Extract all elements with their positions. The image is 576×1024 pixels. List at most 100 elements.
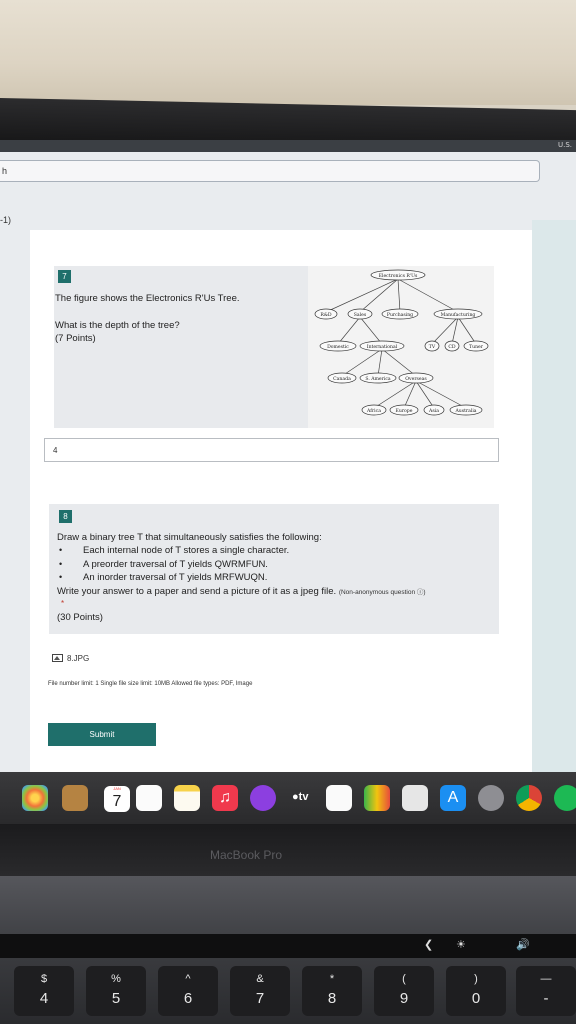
tree-node-root: Electronics R'Us	[379, 273, 418, 279]
question-7-points: (7 Points)	[55, 333, 96, 344]
input-language-indicator[interactable]: U.S.	[558, 141, 572, 149]
key-digit: -	[543, 990, 549, 1007]
podcasts-icon[interactable]	[250, 785, 276, 811]
key-0[interactable]: ) 0	[446, 966, 506, 1016]
photos-icon[interactable]	[22, 785, 48, 811]
key-digit: 5	[111, 990, 121, 1007]
image-file-icon	[52, 654, 63, 662]
system-preferences-icon[interactable]	[478, 785, 504, 811]
tree-node-level4: Africa	[366, 408, 381, 414]
key-digit: 0	[471, 990, 481, 1007]
tree-node-level3: S. America	[365, 376, 391, 382]
tree-node-level2: Domestic	[327, 344, 349, 350]
required-asterisk: *	[61, 599, 65, 608]
requirement-text: A preorder traversal of T yields QWRMFUN…	[83, 558, 268, 570]
question-7-question: What is the depth of the tree?	[55, 320, 180, 331]
calendar-day: 7	[104, 792, 130, 812]
touchbar-collapse-icon[interactable]: ❮	[424, 938, 433, 951]
tree-node-level4: Asia	[428, 408, 439, 414]
question-8-requirements: • Each internal node of T stores a single…	[57, 545, 497, 586]
address-bar-text: h	[2, 166, 8, 176]
wall-background	[0, 0, 576, 105]
key-digit: 4	[39, 990, 49, 1007]
tree-node-level4: Australia	[454, 408, 476, 414]
uploaded-file[interactable]: 8.JPG	[52, 654, 89, 663]
question-7-prompt: The figure shows the Electronics R'Us Tr…	[55, 293, 240, 304]
key-5[interactable]: % 5	[86, 966, 146, 1016]
tree-diagram-svg: Electronics R'Us R&D Sales Purchasing Ma…	[314, 269, 489, 416]
chrome-icon[interactable]	[516, 785, 542, 811]
upload-limits: File number limit: 1 Single file size li…	[48, 681, 253, 687]
music-icon[interactable]: ♫	[212, 785, 238, 811]
tree-node-level2: TV	[429, 344, 436, 350]
key-digit: 9	[399, 990, 409, 1007]
key-8[interactable]: * 8	[302, 966, 362, 1016]
tree-node-level3: Overseas	[405, 376, 427, 382]
key-symbol: %	[111, 973, 121, 985]
page-background-edge	[532, 220, 576, 780]
requirement-text: Each internal node of T stores a single …	[83, 545, 290, 556]
key-symbol: —	[540, 973, 552, 985]
tree-node-level1: R&D	[320, 312, 332, 318]
key-digit: 7	[255, 990, 265, 1007]
numbers-icon[interactable]	[364, 785, 390, 811]
touch-bar	[0, 934, 576, 958]
question-8-panel: 8 Draw a binary tree T that simultaneous…	[49, 504, 499, 634]
key-digit: 8	[327, 990, 337, 1007]
tree-node-level3: Canada	[333, 376, 351, 382]
key-6[interactable]: ^ 6	[158, 966, 218, 1016]
tree-node-level4: Europe	[396, 408, 413, 414]
requirement-text: An inorder traversal of T yields MRFWUQN…	[83, 572, 268, 583]
question-8-number: 8	[59, 510, 72, 523]
form-card: Electronics R'Us R&D Sales Purchasing Ma…	[30, 230, 532, 780]
apple-tv-label: tv	[298, 791, 309, 803]
key-digit: 6	[183, 990, 193, 1007]
question-7-number: 7	[58, 270, 71, 283]
key-symbol: *	[329, 973, 335, 985]
address-bar[interactable]: h	[0, 160, 540, 182]
key-7[interactable]: & 7	[230, 966, 290, 1016]
contacts-icon[interactable]	[62, 785, 88, 811]
laptop-bottom-bezel	[0, 824, 576, 876]
list-item: • A preorder traversal of T yields QWRMFU…	[59, 558, 268, 570]
volume-icon[interactable]: 🔊	[516, 938, 530, 951]
question-8-instruction: Write your answer to a paper and send a …	[57, 586, 337, 597]
question-8-points: (30 Points)	[57, 612, 103, 623]
uploaded-file-name: 8.JPG	[67, 654, 90, 663]
notes-icon[interactable]	[174, 785, 200, 811]
key-4[interactable]: $ 4	[14, 966, 74, 1016]
key-9[interactable]: ( 9	[374, 966, 434, 1016]
spotify-icon[interactable]	[554, 785, 576, 811]
app-store-icon[interactable]: A	[440, 785, 466, 811]
question-7-answer-value: 4	[53, 446, 58, 455]
tree-node-level1: Purchasing	[387, 312, 413, 318]
key-symbol: $	[40, 973, 48, 985]
key-minus[interactable]: — -	[516, 966, 576, 1016]
non-anonymous-note: (Non-anonymous question	[338, 589, 416, 596]
macbook-brand-label: MacBook Pro	[210, 848, 283, 862]
tree-node-level2: CD	[448, 344, 456, 350]
question-7-panel	[54, 266, 310, 428]
brightness-icon[interactable]: ☀	[456, 938, 466, 951]
apple-tv-icon[interactable]: ●tv	[292, 791, 308, 803]
key-symbol: ^	[185, 973, 191, 985]
previous-answer-label: -1)	[0, 215, 11, 225]
icloud-drive-icon[interactable]	[326, 785, 352, 811]
electronics-tree-figure: Electronics R'Us R&D Sales Purchasing Ma…	[308, 266, 494, 428]
question-7-answer-input[interactable]: 4	[44, 438, 499, 462]
key-symbol: (	[402, 973, 406, 985]
submit-button[interactable]: Submit	[48, 723, 156, 746]
tree-node-level1: Manufacturing	[441, 312, 476, 318]
reminders-icon[interactable]	[136, 785, 162, 811]
menu-bar: U.S.	[0, 140, 576, 152]
question-8-instruction-line: Write your answer to a paper and send a …	[57, 586, 426, 597]
preview-icon[interactable]	[402, 785, 428, 811]
tree-node-level1: Sales	[354, 312, 367, 318]
list-item: • Each internal node of T stores a single…	[59, 545, 290, 556]
info-icon[interactable]: ⓘ)	[415, 589, 426, 596]
tree-node-level2: Tuner	[469, 344, 484, 350]
tree-node-level2: International	[367, 344, 398, 350]
macos-dock: JAN 7 ♫ ●tv A	[0, 772, 576, 824]
question-8-lead: Draw a binary tree T that simultaneously…	[57, 532, 322, 543]
key-symbol: &	[256, 973, 264, 985]
